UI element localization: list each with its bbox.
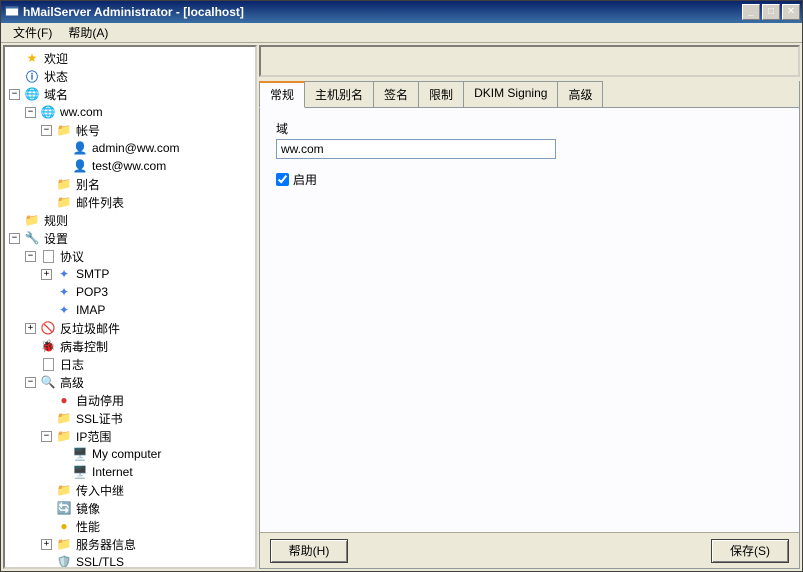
- tree-accounts[interactable]: −📁帐号: [39, 121, 253, 139]
- domain-label: 域: [276, 120, 783, 137]
- tree-mycomputer[interactable]: 🖥️My computer: [55, 445, 253, 463]
- tree-rules[interactable]: 📁规则: [7, 211, 253, 229]
- tree-advanced[interactable]: −🔍高级: [23, 373, 253, 391]
- wrench-icon: 🔧: [24, 230, 40, 246]
- tree-autoban[interactable]: ●自动停用: [39, 391, 253, 409]
- close-button[interactable]: ✕: [782, 4, 800, 20]
- enable-label: 启用: [293, 171, 317, 188]
- red-dot-icon: ●: [56, 392, 72, 408]
- globe-icon: 🌐: [24, 86, 40, 102]
- tree-account-test[interactable]: 👤test@ww.com: [55, 157, 253, 175]
- log-icon: [40, 356, 56, 372]
- enable-checkbox[interactable]: [276, 173, 289, 186]
- menu-file[interactable]: 文件(F): [5, 22, 60, 43]
- folder-icon: 📁: [56, 122, 72, 138]
- menu-help[interactable]: 帮助(A): [60, 22, 116, 43]
- tab-limits[interactable]: 限制: [418, 81, 464, 107]
- tab-dkim[interactable]: DKIM Signing: [463, 81, 558, 107]
- tree-panel: ★欢迎 ⓘ状态 −🌐域名 −🌐ww.com −📁帐号 👤admin@ww.com…: [3, 45, 257, 569]
- user-icon: 👤: [72, 140, 88, 156]
- folder-icon: 📁: [24, 212, 40, 228]
- tree-sslcert[interactable]: 📁SSL证书: [39, 409, 253, 427]
- star-icon: ★: [24, 50, 40, 66]
- tree-imap[interactable]: ✦IMAP: [39, 301, 253, 319]
- expander-icon[interactable]: −: [9, 89, 20, 100]
- menubar: 文件(F) 帮助(A): [1, 23, 802, 43]
- user-icon: 👤: [72, 158, 88, 174]
- tab-signature[interactable]: 签名: [373, 81, 419, 107]
- tree-account-admin[interactable]: 👤admin@ww.com: [55, 139, 253, 157]
- globe-icon: 🌐: [40, 104, 56, 120]
- perf-icon: ●: [56, 518, 72, 534]
- tree-domain-wwcom[interactable]: −🌐ww.com: [23, 103, 253, 121]
- domain-input[interactable]: [276, 139, 556, 159]
- window-title: hMailServer Administrator - [localhost]: [23, 5, 742, 19]
- magnifier-icon: 🔍: [40, 374, 56, 390]
- virus-icon: 🐞: [40, 338, 56, 354]
- tab-strip: 常规 主机别名 签名 限制 DKIM Signing 高级: [259, 81, 799, 108]
- tab-advanced[interactable]: 高级: [557, 81, 603, 107]
- page-icon: [40, 248, 56, 264]
- tree-smtp[interactable]: +✦SMTP: [39, 265, 253, 283]
- titlebar: hMailServer Administrator - [localhost] …: [1, 1, 802, 23]
- tree-aliases[interactable]: 📁别名: [39, 175, 253, 193]
- folder-icon: 📁: [56, 410, 72, 426]
- protocol-icon: ✦: [56, 284, 72, 300]
- tab-hostnames[interactable]: 主机别名: [304, 81, 374, 107]
- shield-icon: 🛡️: [56, 554, 72, 569]
- maximize-button[interactable]: □: [762, 4, 780, 20]
- tree-mirror[interactable]: 🔄镜像: [39, 499, 253, 517]
- folder-icon: 📁: [56, 482, 72, 498]
- computer-icon: 🖥️: [72, 464, 88, 480]
- folder-icon: 📁: [56, 194, 72, 210]
- tree-logging[interactable]: 日志: [23, 355, 253, 373]
- tree-domains[interactable]: −🌐域名: [7, 85, 253, 103]
- tree-incoming[interactable]: 📁传入中继: [39, 481, 253, 499]
- protocol-icon: ✦: [56, 266, 72, 282]
- save-button[interactable]: 保存(S): [711, 539, 789, 563]
- folder-icon: 📁: [56, 428, 72, 444]
- folder-icon: 📁: [56, 176, 72, 192]
- spam-icon: 🚫: [40, 320, 56, 336]
- tab-general[interactable]: 常规: [259, 81, 305, 108]
- mirror-icon: 🔄: [56, 500, 72, 516]
- tree-settings[interactable]: −🔧设置: [7, 229, 253, 247]
- tree-internet[interactable]: 🖥️Internet: [55, 463, 253, 481]
- tree-iprange[interactable]: −📁IP范围: [39, 427, 253, 445]
- help-button[interactable]: 帮助(H): [270, 539, 348, 563]
- folder-icon: 📁: [56, 536, 72, 552]
- tab-content: 域 启用: [260, 108, 799, 532]
- tree-distlists[interactable]: 📁邮件列表: [39, 193, 253, 211]
- tree-protocols[interactable]: −协议: [23, 247, 253, 265]
- tree-antispam[interactable]: +🚫反垃圾邮件: [23, 319, 253, 337]
- computer-icon: 🖥️: [72, 446, 88, 462]
- toolbar-blank: [259, 45, 800, 77]
- tree-pop3[interactable]: ✦POP3: [39, 283, 253, 301]
- app-icon: [5, 5, 19, 19]
- minimize-button[interactable]: _: [742, 4, 760, 20]
- tree-performance[interactable]: ●性能: [39, 517, 253, 535]
- tree-ssltls[interactable]: 🛡️SSL/TLS: [39, 553, 253, 569]
- tree-serverinfo[interactable]: +📁服务器信息: [39, 535, 253, 553]
- tree-antivirus[interactable]: 🐞病毒控制: [23, 337, 253, 355]
- tree-status[interactable]: ⓘ状态: [7, 67, 253, 85]
- protocol-icon: ✦: [56, 302, 72, 318]
- info-icon: ⓘ: [24, 68, 40, 84]
- tree-welcome[interactable]: ★欢迎: [7, 49, 253, 67]
